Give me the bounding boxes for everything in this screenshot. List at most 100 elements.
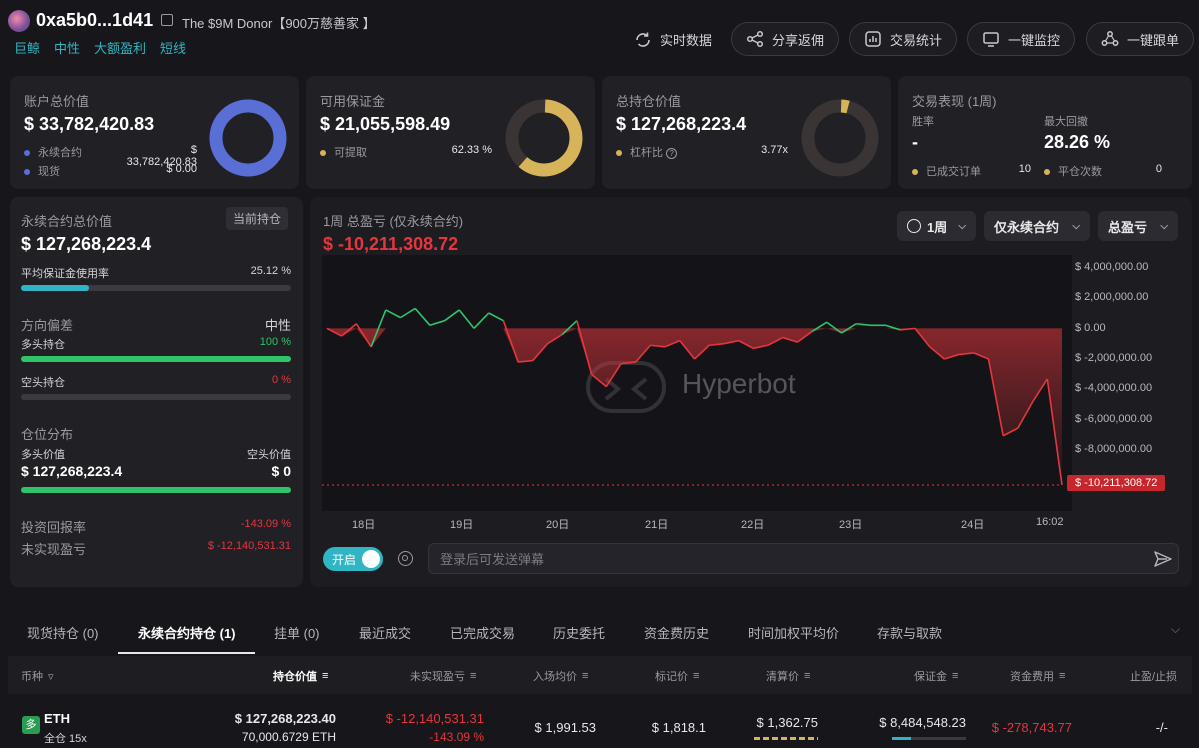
long-side-badge: 多 — [22, 716, 40, 734]
margin-mode: 全仓 15x — [44, 733, 87, 745]
col-entry-price[interactable]: 入场均价 ≡ — [533, 668, 588, 684]
help-icon[interactable]: ? — [666, 147, 678, 159]
sort-icon: ≡ — [952, 670, 959, 682]
available-margin-value: $ 21,055,598.49 — [320, 114, 451, 134]
winrate-value: - — [912, 132, 918, 152]
refresh-icon — [636, 32, 650, 47]
margin-donut — [505, 99, 583, 177]
danmaku-input-placeholder: 登录后可发送弹幕 — [440, 552, 545, 567]
perp-row-label: 永续合约 — [24, 144, 82, 160]
avatar[interactable] — [8, 10, 30, 32]
card-title: 总持仓价值 — [616, 94, 682, 109]
distribution-bar — [21, 487, 291, 493]
perp-title: 永续合约总价值 — [21, 214, 113, 229]
x-tick: 21日 — [645, 519, 669, 531]
gold-dot — [616, 150, 622, 157]
col-position-value[interactable]: 持仓价值 ≡ — [273, 668, 328, 684]
col-funding[interactable]: 资金费用 ≡ — [1010, 668, 1065, 684]
close-count-value: 0 — [1155, 163, 1162, 175]
tab-funding-history[interactable]: 资金费历史 — [644, 623, 709, 642]
pnl-line-chart[interactable]: Hyperbot — [310, 255, 1192, 535]
sort-icon: ≡ — [1059, 670, 1066, 682]
y-tick: $ -4,000,000.00 — [1075, 382, 1153, 394]
tab-completed-trades[interactable]: 已完成交易 — [450, 623, 515, 642]
x-tick: 19日 — [450, 519, 474, 531]
one-click-monitor-button[interactable]: 一键监控 — [967, 22, 1076, 56]
realtime-data-button[interactable]: 实时数据 — [634, 30, 712, 49]
withdrawable-value: 62.33 % — [451, 144, 492, 156]
realtime-data-label: 实时数据 — [660, 33, 713, 48]
danmaku-input[interactable]: 登录后可发送弹幕 — [428, 543, 1179, 574]
scope-select[interactable]: 仅永续合约 ⌵ — [984, 211, 1090, 241]
tag-big-profit[interactable]: 大额盈利 — [94, 38, 146, 57]
tab-perp-positions[interactable]: 永续合约持仓 (1) — [138, 623, 236, 642]
tpsl-value[interactable]: -/- — [1128, 720, 1168, 735]
max-drawdown-label: 最大回撤 — [1044, 116, 1088, 128]
chart-total-pnl: $ -10,211,308.72 — [323, 234, 459, 254]
trade-stats-button[interactable]: 交易统计 — [849, 22, 958, 56]
active-tab-underline — [118, 652, 255, 654]
sort-icon: ≡ — [693, 670, 700, 682]
danmaku-toggle[interactable]: 开启 — [323, 547, 383, 571]
copy-icon[interactable] — [161, 14, 173, 26]
col-upnl[interactable]: 未实现盈亏 ≡ — [410, 668, 476, 684]
sort-icon: ≡ — [804, 670, 811, 682]
tag-neutral[interactable]: 中性 — [54, 38, 80, 57]
scope-select-label: 仅永续合约 — [994, 219, 1060, 235]
tab-deposits-withdrawals[interactable]: 存款与取款 — [877, 623, 942, 642]
send-icon[interactable] — [1153, 549, 1173, 569]
col-mark-price[interactable]: 标记价 ≡ — [655, 668, 699, 684]
clock-icon — [907, 219, 921, 233]
tab-spot-positions[interactable]: 现货持仓 (0) — [27, 623, 99, 642]
x-tick: 16:02 — [1036, 516, 1064, 528]
share-icon — [746, 30, 764, 48]
y-tick: $ 4,000,000.00 — [1075, 261, 1149, 273]
tag-short-term[interactable]: 短线 — [160, 38, 186, 57]
blue-dot — [24, 150, 30, 157]
bias-label: 方向偏差 — [21, 318, 74, 333]
long-value: $ 127,268,223.4 — [21, 463, 123, 479]
tab-recent-fills[interactable]: 最近成交 — [359, 623, 411, 642]
margin-amount: $ 8,484,548.23 — [879, 715, 966, 730]
one-click-copy-trade-button[interactable]: 一键跟单 — [1086, 22, 1195, 56]
period-select-label: 1周 — [927, 219, 948, 235]
metric-select-label: 总盈亏 — [1108, 219, 1148, 235]
total-position-value: $ 127,268,223.4 — [616, 114, 747, 134]
table-row[interactable]: 多 ETH 全仓 15x $ 127,268,223.40 70,000.672… — [8, 700, 1192, 748]
withdrawable-label: 可提取 — [320, 144, 367, 160]
short-value: $ 0 — [271, 463, 291, 479]
bias-value: 中性 — [264, 318, 291, 333]
share-referral-button[interactable]: 分享返佣 — [731, 22, 840, 56]
y-tick: $ -6,000,000.00 — [1075, 413, 1153, 425]
tag-whale[interactable]: 巨鲸 — [14, 38, 40, 57]
col-coin[interactable]: 币种 ▿ — [21, 668, 54, 684]
current-position-badge[interactable]: 当前持仓 — [226, 207, 289, 230]
short-position-pct: 0 % — [272, 374, 291, 386]
tab-twap[interactable]: 时间加权平均价 — [748, 623, 839, 642]
col-liq-price[interactable]: 清算价 ≡ — [766, 668, 810, 684]
coin-symbol[interactable]: ETH — [44, 711, 70, 726]
total-position-card: 总持仓价值 $ 127,268,223.4 杠杆比 ? 3.77x — [602, 76, 891, 189]
y-tick: $ 2,000,000.00 — [1075, 291, 1149, 303]
close-count-label: 平仓次数 — [1044, 163, 1102, 179]
chart-title: 1周 总盈亏 (仅永续合约) — [323, 214, 464, 229]
y-tick: $ -2,000,000.00 — [1075, 352, 1153, 364]
tab-open-orders[interactable]: 挂单 (0) — [274, 623, 320, 642]
card-title: 交易表现 (1周) — [912, 94, 997, 109]
filter-icon[interactable]: ▿ — [48, 670, 54, 683]
danmaku-settings-icon[interactable] — [398, 551, 413, 566]
sort-icon: ≡ — [470, 670, 477, 682]
wallet-nickname: The $9M Donor【900万慈善家 】 — [182, 16, 376, 31]
blue-dot — [24, 169, 30, 176]
position-size: 70,000.6729 ETH — [241, 730, 336, 744]
filled-orders-label: 已成交订单 — [912, 163, 981, 179]
sort-icon: ≡ — [322, 670, 329, 682]
account-value-card: 账户总价值 $ 33,782,420.83 永续合约 $ 33,782,420.… — [10, 76, 299, 189]
gold-dot — [912, 169, 918, 176]
metric-select[interactable]: 总盈亏 ⌵ — [1098, 211, 1178, 241]
period-select[interactable]: 1周 ⌵ — [897, 211, 976, 241]
col-margin[interactable]: 保证金 ≡ — [914, 668, 958, 684]
tab-order-history[interactable]: 历史委托 — [553, 623, 605, 642]
collapse-chevron-icon[interactable]: ⌵ — [1171, 622, 1180, 637]
card-title: 账户总价值 — [24, 94, 90, 109]
